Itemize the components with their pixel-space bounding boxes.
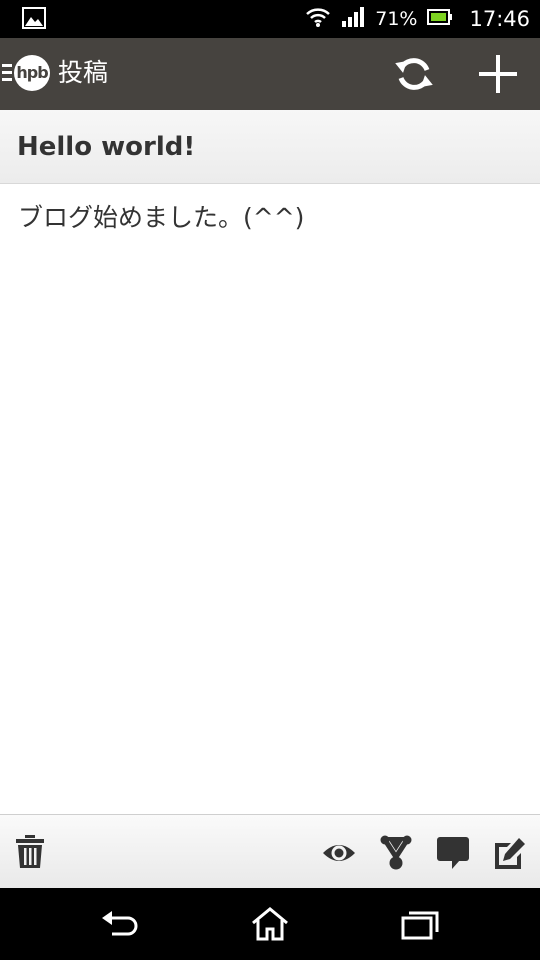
battery-icon bbox=[427, 8, 453, 30]
comment-button[interactable] bbox=[436, 835, 472, 871]
drawer-icon[interactable] bbox=[2, 64, 12, 86]
page-title: 投稿 bbox=[58, 58, 109, 87]
back-button[interactable] bbox=[100, 906, 140, 942]
gallery-notification-icon bbox=[22, 7, 46, 33]
share-button[interactable] bbox=[380, 835, 416, 871]
post-body: ブログ始めました。(^^) bbox=[18, 203, 305, 232]
trash-icon bbox=[16, 835, 44, 868]
battery-percent: 71% bbox=[375, 8, 418, 30]
back-icon bbox=[102, 911, 138, 936]
add-post-button[interactable] bbox=[477, 53, 519, 95]
status-time: 17:46 bbox=[469, 7, 530, 31]
preview-button[interactable] bbox=[321, 835, 357, 871]
wifi-icon bbox=[305, 6, 331, 32]
delete-button[interactable] bbox=[15, 835, 51, 871]
status-bar: 71% 17:46 bbox=[0, 0, 540, 38]
edit-icon bbox=[495, 838, 525, 869]
recent-apps-icon bbox=[401, 911, 439, 940]
navigation-bar bbox=[0, 888, 540, 960]
home-icon bbox=[252, 907, 288, 941]
comment-icon bbox=[437, 837, 469, 869]
share-icon bbox=[380, 835, 412, 870]
post-view: Hello world! ブログ始めました。(^^) bbox=[0, 110, 540, 814]
refresh-button[interactable] bbox=[394, 54, 434, 94]
edit-button[interactable] bbox=[493, 835, 529, 871]
refresh-icon bbox=[395, 58, 433, 90]
home-button[interactable] bbox=[250, 906, 290, 942]
plus-icon bbox=[479, 55, 517, 93]
post-header: Hello world! bbox=[0, 110, 540, 184]
signal-icon bbox=[341, 6, 365, 32]
post-title: Hello world! bbox=[17, 131, 196, 162]
eye-icon bbox=[323, 845, 355, 861]
bottom-toolbar bbox=[0, 814, 540, 888]
app-logo[interactable]: hpb bbox=[14, 55, 50, 91]
recent-apps-button[interactable] bbox=[400, 906, 440, 942]
action-bar: hpb 投稿 bbox=[0, 38, 540, 110]
